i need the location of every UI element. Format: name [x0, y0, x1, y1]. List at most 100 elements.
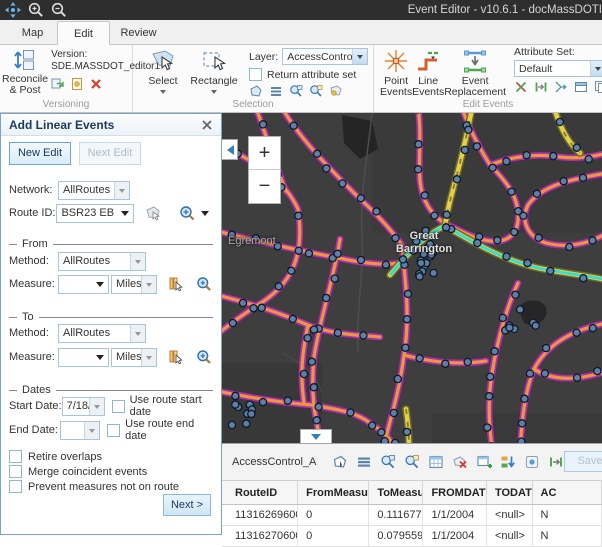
column-header-fromdate[interactable]: FROMDATE — [423, 481, 487, 504]
select-dropdown-caret — [160, 90, 166, 97]
use-route-end-date-checkbox[interactable] — [107, 424, 120, 437]
network-combo-caret[interactable] — [114, 182, 129, 199]
line-events-button[interactable]: Line Events — [412, 45, 444, 98]
from-method-combo[interactable]: AllRoutes — [58, 252, 146, 271]
map-zoom-in-button[interactable]: + — [249, 137, 280, 170]
select-polygon-icon[interactable] — [249, 84, 263, 98]
select-tool-button[interactable]: Select — [141, 45, 185, 97]
layer-combo[interactable]: AccessControl_A — [282, 48, 368, 65]
reconcile-post-button[interactable]: Reconcile & Post — [2, 45, 48, 96]
from-method-caret[interactable] — [130, 253, 145, 270]
to-unit-combo[interactable]: Miles — [111, 348, 157, 367]
start-date-caret[interactable] — [89, 398, 104, 415]
table-list-icon[interactable] — [356, 454, 372, 470]
end-date-label: End Date: — [9, 424, 60, 436]
reconcile-icon[interactable] — [51, 77, 65, 91]
point-events-button[interactable]: Point Events — [380, 45, 412, 98]
column-header-tomeasure[interactable]: ToMeasure — [369, 481, 423, 504]
collapse-panel-button[interactable] — [222, 139, 238, 160]
zoom-in-icon[interactable] — [28, 2, 44, 18]
from-measure-pick-icon[interactable] — [168, 276, 183, 292]
selection-list-icon[interactable] — [269, 84, 283, 98]
attribute-set-combo-caret[interactable] — [590, 61, 602, 76]
retire-overlaps-checkbox[interactable] — [9, 450, 22, 463]
from-measure-combo[interactable] — [58, 275, 110, 294]
tab-edit[interactable]: Edit — [57, 21, 110, 45]
route-id-combo[interactable]: BSR23 EB — [56, 204, 134, 223]
table-select-polygon-icon[interactable] — [332, 454, 348, 470]
route-zoom-caret[interactable] — [201, 211, 209, 220]
to-method-combo[interactable]: AllRoutes — [58, 324, 146, 343]
attributes-window-icon[interactable] — [574, 80, 588, 94]
pan-icon[interactable] — [5, 2, 21, 18]
group-label-versioning: Versioning — [0, 99, 132, 110]
zoom-out-icon[interactable] — [51, 2, 67, 18]
table-row[interactable]: 11316270600 0 0.0795596 1/1/2004 <null> … — [222, 526, 602, 547]
layer-combo-caret[interactable] — [352, 49, 367, 64]
table-identify-icon[interactable] — [524, 454, 540, 470]
use-route-end-date-label: Use route end date — [125, 418, 213, 442]
end-date-caret[interactable] — [84, 422, 99, 439]
to-unit-caret[interactable] — [141, 349, 156, 366]
column-header-todate[interactable]: TODATE — [487, 481, 533, 504]
from-unit-combo[interactable]: Miles — [111, 275, 157, 294]
pan-to-selection-icon[interactable] — [309, 84, 323, 98]
end-date-combo[interactable] — [60, 421, 100, 440]
new-version-icon[interactable] — [70, 77, 84, 91]
group-selection: Select Rectangle Layer: AccessControl_A — [133, 45, 374, 112]
event-replacement-button[interactable]: Event Replacement — [444, 45, 506, 98]
merge-events-icon[interactable] — [554, 80, 568, 94]
save-button[interactable]: Save — [564, 451, 602, 472]
table-zoom-selected-icon[interactable] — [380, 454, 396, 470]
tab-map[interactable]: Map — [8, 23, 57, 44]
rectangle-tool-button[interactable]: Rectangle — [185, 45, 243, 97]
split-event-icon[interactable] — [514, 80, 528, 94]
next-edit-button[interactable]: Next Edit — [79, 142, 141, 165]
route-zoom-icon[interactable] — [179, 205, 197, 222]
start-date-combo[interactable]: 7/18/ — [62, 397, 105, 416]
copy-attributes-icon[interactable] — [594, 80, 602, 94]
column-header-routeid[interactable]: RouteID — [227, 481, 298, 504]
table-pan-selected-icon[interactable] — [404, 454, 420, 470]
pick-route-icon[interactable] — [145, 205, 162, 222]
from-unit-caret[interactable] — [141, 276, 156, 293]
ribbon-tabs: Map Edit Review — [0, 20, 602, 45]
selectable-layers-icon[interactable] — [329, 84, 343, 98]
event-offset-icon[interactable] — [534, 80, 548, 94]
prevent-measures-checkbox[interactable] — [9, 480, 22, 493]
collapse-table-button[interactable] — [300, 429, 332, 443]
return-attribute-set-checkbox[interactable] — [249, 68, 262, 81]
close-icon[interactable] — [201, 119, 213, 131]
retire-overlaps-label: Retire overlaps — [28, 451, 102, 463]
panel-header: Add Linear Events — [1, 114, 221, 136]
delete-version-icon[interactable] — [89, 77, 103, 91]
route-id-label: Route ID: — [9, 207, 56, 219]
zoom-to-selection-icon[interactable] — [289, 84, 303, 98]
table-offset-icon[interactable] — [548, 454, 564, 470]
use-route-start-date-checkbox[interactable] — [112, 400, 125, 413]
column-header-frommeasure[interactable]: FromMeasure — [298, 481, 369, 504]
merge-coincident-events-checkbox[interactable] — [9, 465, 22, 478]
map-view[interactable]: Egremont Great Barrington + − — [222, 113, 602, 443]
to-method-caret[interactable] — [130, 325, 145, 342]
new-edit-button[interactable]: New Edit — [9, 142, 71, 165]
to-measure-combo[interactable] — [58, 348, 110, 367]
map-zoom-out-button[interactable]: − — [249, 170, 280, 203]
tab-review[interactable]: Review — [110, 23, 167, 44]
table-row[interactable]: 11316269600 0 0.1116773 1/1/2004 <null> … — [222, 505, 602, 526]
column-header-ac[interactable]: AC — [533, 481, 602, 504]
collapse-down-icon — [311, 434, 321, 444]
table-sort-icon[interactable] — [500, 454, 516, 470]
from-measure-zoom-icon[interactable] — [196, 276, 213, 292]
table-clear-selection-icon[interactable] — [452, 454, 468, 470]
table-add-records-icon[interactable] — [476, 454, 492, 470]
panel-title: Add Linear Events — [9, 118, 114, 132]
table-grid-icon[interactable] — [428, 454, 444, 470]
network-combo[interactable]: AllRoutes — [58, 181, 130, 200]
attribute-set-combo[interactable]: Default — [514, 60, 602, 77]
to-measure-pick-icon[interactable] — [168, 349, 183, 365]
map-zoom-control: + − — [248, 136, 281, 204]
next-button[interactable]: Next > — [163, 494, 211, 516]
to-measure-label: Measure: — [9, 351, 58, 363]
to-measure-zoom-icon[interactable] — [196, 349, 213, 365]
